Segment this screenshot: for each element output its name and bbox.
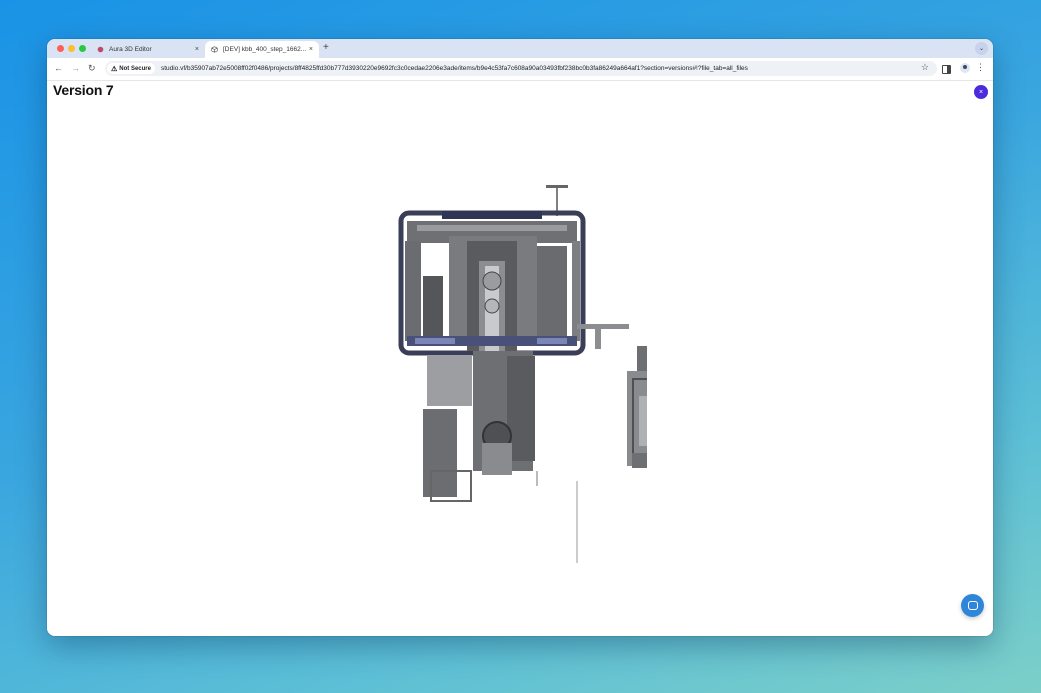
chat-icon	[967, 601, 978, 610]
zoom-window-button[interactable]	[79, 45, 86, 52]
tab-aura-3d-editor[interactable]: Aura 3D Editor ×	[91, 41, 205, 58]
browser-toolbar: ← → ↻ ⚠ Not Secure studio.vf/b35907ab72e…	[47, 58, 993, 81]
url-text[interactable]: studio.vf/b35907ab72e5008ff02f0486/proje…	[161, 65, 748, 72]
machine-3d-model	[398, 185, 647, 563]
profile-avatar-icon[interactable]	[960, 63, 970, 73]
model-viewer-canvas[interactable]	[387, 181, 647, 566]
tab-version-file[interactable]: [DEV] kbb_400_step_1662... ×	[205, 41, 319, 58]
forward-arrow-icon[interactable]: →	[71, 63, 80, 73]
back-arrow-icon[interactable]: ←	[54, 63, 63, 73]
security-indicator[interactable]: ⚠ Not Secure	[107, 63, 155, 74]
tab-search-button[interactable]: ⌄	[975, 42, 988, 55]
browser-window: Aura 3D Editor × [DEV] kbb_400_step_1662…	[47, 39, 993, 636]
tab-bar: Aura 3D Editor × [DEV] kbb_400_step_1662…	[47, 39, 993, 58]
more-menu-icon[interactable]: ⋮	[976, 62, 985, 73]
tab-label: [DEV] kbb_400_step_1662...	[223, 46, 306, 53]
security-label: Not Secure	[119, 65, 151, 72]
side-panel-icon[interactable]	[942, 65, 951, 74]
close-icon[interactable]: ×	[974, 85, 988, 99]
tab-close-icon[interactable]: ×	[309, 46, 313, 53]
aura-logo-icon	[97, 46, 104, 53]
address-bar[interactable]: ⚠ Not Secure studio.vf/b35907ab72e5008ff…	[105, 61, 937, 76]
page-title: Version 7	[53, 82, 114, 98]
page-content: Version 7 ×	[47, 81, 993, 636]
new-tab-button[interactable]: +	[323, 42, 329, 53]
chat-support-button[interactable]	[961, 594, 984, 617]
tab-close-icon[interactable]: ×	[195, 46, 199, 53]
warning-icon: ⚠	[111, 65, 118, 73]
cube-icon	[211, 46, 218, 53]
reload-icon[interactable]: ↻	[88, 63, 96, 74]
tab-label: Aura 3D Editor	[109, 46, 152, 53]
bookmark-star-icon[interactable]: ☆	[921, 62, 929, 73]
close-window-button[interactable]	[57, 45, 64, 52]
minimize-window-button[interactable]	[68, 45, 75, 52]
